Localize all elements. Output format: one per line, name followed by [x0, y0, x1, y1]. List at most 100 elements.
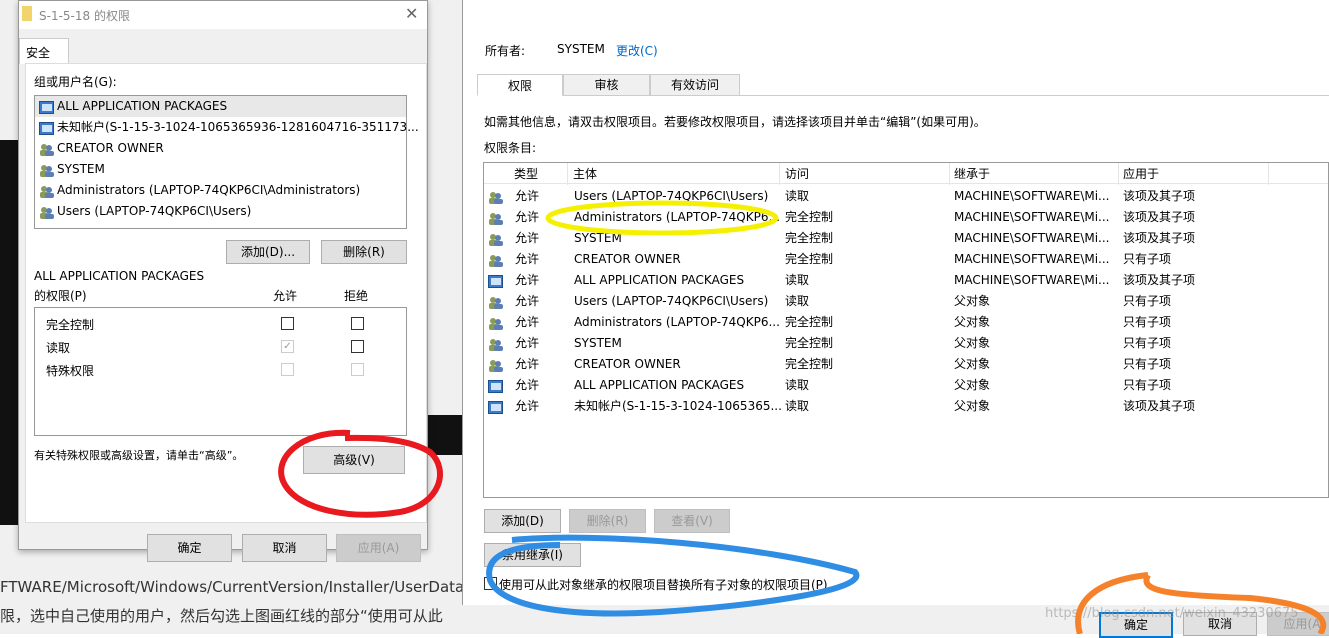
group-icon [488, 316, 503, 330]
cell-access: 读取 [785, 399, 810, 413]
column-type[interactable]: 类型 [510, 163, 568, 185]
tab-auditing[interactable]: 审核 [563, 74, 650, 95]
group-icon [488, 253, 503, 267]
table-row[interactable]: 允许 ALL APPLICATION PACKAGES 读取 父对象 只有子项 [484, 375, 1328, 396]
background-terminal [428, 415, 462, 455]
cell-applies: 该项及其子项 [1123, 210, 1196, 224]
add-button[interactable]: 添加(D)... [226, 240, 310, 264]
user-list-item[interactable]: Users (LAPTOP-74QKP6CI\Users) [35, 201, 406, 222]
permission-deny-checkbox[interactable] [351, 317, 364, 330]
cancel-button[interactable]: 取消 [242, 534, 327, 562]
group-icon [488, 190, 503, 204]
close-icon[interactable]: ✕ [405, 4, 418, 23]
user-list-item[interactable]: ALL APPLICATION PACKAGES [35, 96, 406, 117]
cell-principal: CREATOR OWNER [574, 252, 681, 266]
permission-row: 读取 ✓ [35, 337, 406, 357]
add-entry-button[interactable]: 添加(D) [484, 509, 561, 533]
cell-inherited: 父对象 [954, 399, 991, 413]
table-row[interactable]: 允许 ALL APPLICATION PACKAGES 读取 MACHINE\SOFT… [484, 270, 1328, 291]
cell-applies: 该项及其子项 [1123, 399, 1196, 413]
dialog-title: S-1-5-18 的权限 [39, 9, 130, 23]
permission-allow-checkbox[interactable]: ✓ [281, 340, 294, 353]
tab-permissions[interactable]: 权限 [477, 74, 563, 96]
apply-button[interactable]: 应用(A) [336, 534, 421, 562]
permission-name: 读取 [46, 341, 71, 355]
column-applies-to[interactable]: 应用于 [1119, 163, 1269, 185]
column-principal[interactable]: 主体 [569, 163, 780, 185]
table-row[interactable]: 允许 未知帐户(S-1-15-3-1024-1065365... 读取 父对象 该项及其… [484, 396, 1328, 417]
cell-access: 读取 [785, 273, 810, 287]
group-icon [488, 232, 503, 246]
cell-access: 读取 [785, 378, 810, 392]
group-icon [488, 211, 503, 225]
cell-applies: 只有子项 [1123, 294, 1172, 308]
cell-applies: 该项及其子项 [1123, 231, 1196, 245]
title-bar: S-1-5-18 的权限 ✕ [19, 1, 427, 29]
permission-allow-checkbox[interactable] [281, 317, 294, 330]
table-header: 类型 主体 访问 继承于 应用于 [484, 163, 1328, 185]
cell-principal: Users (LAPTOP-74QKP6CI\Users) [574, 189, 769, 203]
deny-header: 拒绝 [344, 289, 369, 303]
user-name: ALL APPLICATION PACKAGES [57, 99, 228, 113]
change-owner-link[interactable]: 更改(C) [616, 42, 658, 59]
unknown-account-icon [39, 121, 54, 135]
tab-effective-access[interactable]: 有效访问 [650, 74, 740, 95]
cell-applies: 只有子项 [1123, 315, 1172, 329]
disable-inheritance-button[interactable]: 禁用继承(I) [484, 543, 581, 567]
replace-child-permissions-label: 使用可从此对象继承的权限项目替换所有子对象的权限项目(P) [499, 578, 828, 592]
table-row[interactable]: 允许 SYSTEM 完全控制 父对象 只有子项 [484, 333, 1328, 354]
cell-principal: SYSTEM [574, 336, 622, 350]
cell-type: 允许 [515, 399, 540, 413]
table-row[interactable]: 允许 SYSTEM 完全控制 MACHINE\SOFTWARE\Mi... 该项及其子项 [484, 228, 1328, 249]
app-packages-icon [39, 100, 54, 114]
user-name: Administrators (LAPTOP-74QKP6CI\Administ… [57, 183, 361, 197]
cell-inherited: MACHINE\SOFTWARE\Mi... [954, 189, 1110, 203]
table-row[interactable]: 允许 Users (LAPTOP-74QKP6CI\Users) 读取 MACHINE… [484, 186, 1328, 207]
background-terminal [0, 140, 18, 525]
user-list-item[interactable]: CREATOR OWNER [35, 138, 406, 159]
table-row[interactable]: 允许 CREATOR OWNER 完全控制 MACHINE\SOFTWARE\Mi..… [484, 249, 1328, 270]
cell-principal: SYSTEM [574, 231, 622, 245]
column-inherited-from[interactable]: 继承于 [950, 163, 1119, 185]
cell-access: 完全控制 [785, 357, 834, 371]
cell-access: 完全控制 [785, 315, 834, 329]
group-icon [39, 142, 54, 156]
cell-principal: CREATOR OWNER [574, 357, 681, 371]
cell-principal: Users (LAPTOP-74QKP6CI\Users) [574, 294, 769, 308]
watermark: https://blog.csdn.net/weixin_43230675 [1045, 606, 1299, 621]
cell-applies: 只有子项 [1123, 252, 1172, 266]
ok-button[interactable]: 确定 [147, 534, 232, 562]
column-access[interactable]: 访问 [781, 163, 950, 185]
cell-type: 允许 [515, 210, 540, 224]
replace-child-permissions-checkbox[interactable] [484, 577, 497, 590]
table-row[interactable]: 允许 CREATOR OWNER 完全控制 父对象 只有子项 [484, 354, 1328, 375]
remove-button[interactable]: 删除(R) [321, 240, 407, 264]
table-row[interactable]: 允许 Administrators (LAPTOP-74QKP6... 完全控制 父对… [484, 312, 1328, 333]
user-list-item[interactable]: SYSTEM [35, 159, 406, 180]
owner-value: SYSTEM [557, 42, 605, 56]
cell-type: 允许 [515, 252, 540, 266]
owner-label: 所有者: [485, 44, 526, 58]
view-entry-button[interactable]: 查看(V) [654, 509, 730, 533]
advanced-button[interactable]: 高级(V) [303, 446, 405, 474]
permission-deny-checkbox[interactable] [351, 340, 364, 353]
cell-applies: 只有子项 [1123, 336, 1172, 350]
user-list-item[interactable]: 未知帐户(S-1-15-3-1024-1065365936-1281604716… [35, 117, 419, 138]
user-list[interactable]: ALL APPLICATION PACKAGES 未知帐户(S-1-15-3-10… [34, 95, 419, 229]
group-icon [488, 358, 503, 372]
user-list-item[interactable]: Administrators (LAPTOP-74QKP6CI\Administ… [35, 180, 406, 201]
permission-entries-table[interactable]: 类型 主体 访问 继承于 应用于 允许 Users (LAPTOP-74QKP6C… [483, 162, 1329, 498]
permissions-label: 的权限(P) [34, 289, 87, 303]
cell-type: 允许 [515, 231, 540, 245]
permission-allow-checkbox[interactable] [281, 363, 294, 376]
remove-entry-button[interactable]: 删除(R) [569, 509, 646, 533]
cell-type: 允许 [515, 294, 540, 308]
tab-security[interactable]: 安全 [19, 38, 69, 64]
cell-type: 允许 [515, 315, 540, 329]
cell-applies: 只有子项 [1123, 378, 1172, 392]
group-icon [488, 295, 503, 309]
table-row[interactable]: 允许 Users (LAPTOP-74QKP6CI\Users) 读取 父对象 只有子项 [484, 291, 1328, 312]
cell-principal: ALL APPLICATION PACKAGES [574, 378, 745, 392]
table-row[interactable]: 允许 Administrators (LAPTOP-74QKP6... 完全控制 MA… [484, 207, 1328, 228]
permission-deny-checkbox[interactable] [351, 363, 364, 376]
